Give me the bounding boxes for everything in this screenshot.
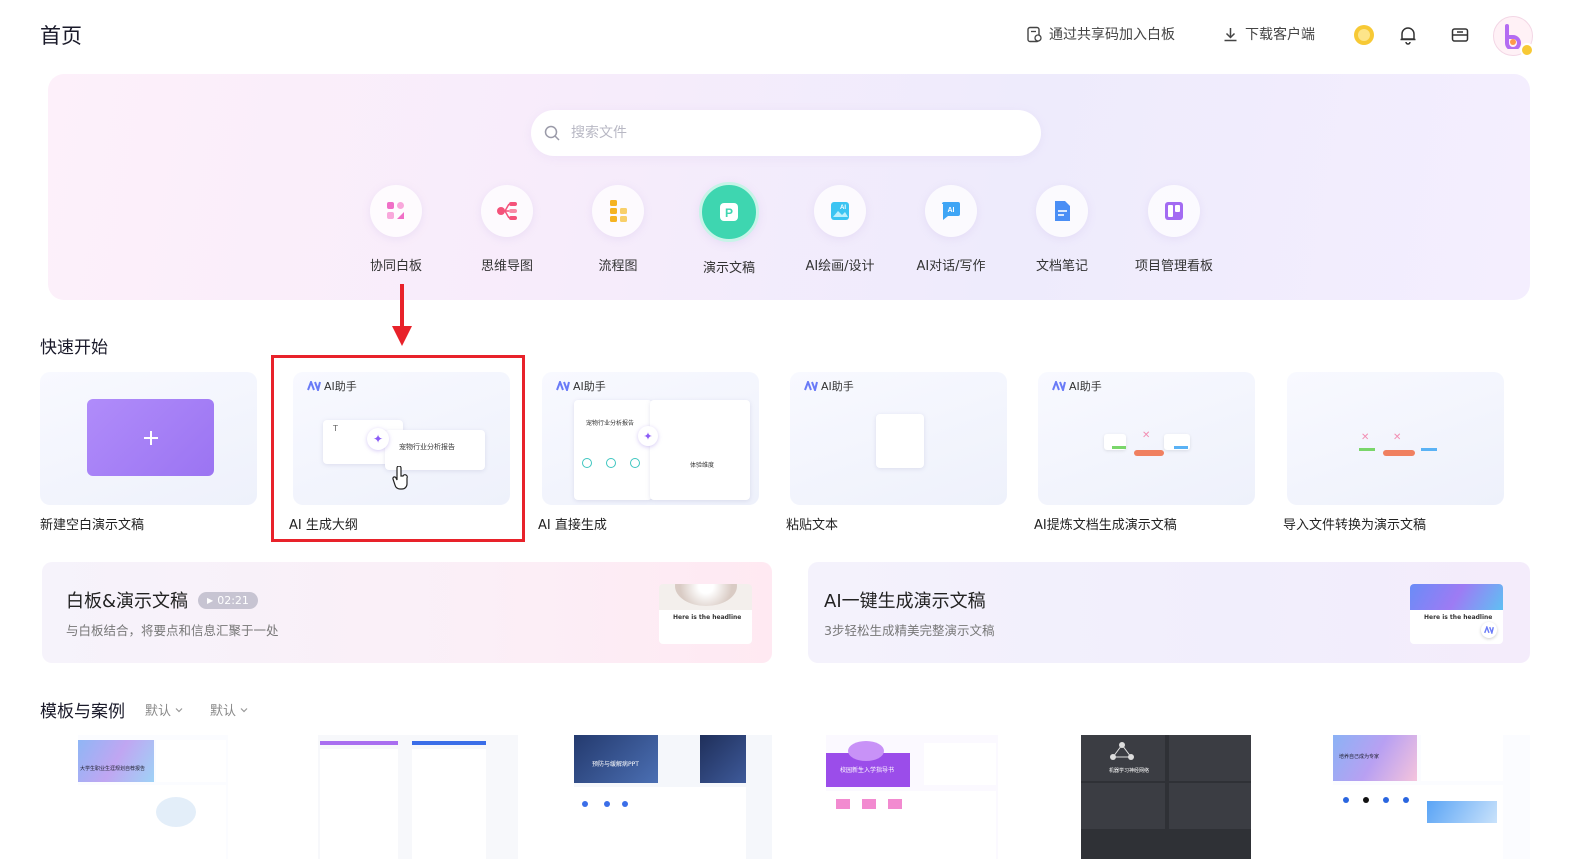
svg-text:P: P: [725, 206, 733, 220]
doc-icon: [1036, 185, 1088, 237]
category-presentation[interactable]: P 演示文稿: [674, 182, 784, 276]
category-ai-chat[interactable]: AI AI对话/写作: [896, 185, 1006, 274]
template-card[interactable]: 机器学习神经网络: [1081, 735, 1251, 859]
flowchart-icon: [592, 185, 644, 237]
ai-assistant-badge: AI助手: [804, 378, 854, 394]
import-convert-illustration: ✕ ✕: [1353, 430, 1449, 464]
svg-text:AI: AI: [948, 207, 955, 214]
sparkle-icon: ✦: [638, 426, 658, 446]
ai-logo-icon: [1481, 622, 1497, 638]
category-kanban[interactable]: 项目管理看板: [1119, 185, 1229, 274]
template-filter-1[interactable]: 默认: [145, 700, 184, 719]
template-card[interactable]: 培养自己成为专家: [1333, 735, 1530, 859]
presentation-icon: P: [699, 182, 759, 242]
kanban-icon: [1148, 185, 1200, 237]
category-label: AI对话/写作: [916, 259, 986, 274]
join-by-code-link[interactable]: 通过共享码加入白板: [1026, 24, 1175, 44]
search-box[interactable]: [531, 110, 1041, 156]
download-icon: [1224, 27, 1237, 41]
search-icon: [544, 125, 560, 141]
category-label: AI绘画/设计: [805, 259, 875, 274]
template-card[interactable]: 大学生职业生涯规划自荐报告: [78, 735, 228, 859]
ai-logo-icon: [556, 381, 570, 391]
ai-logo-icon: [1052, 381, 1066, 391]
bell-icon: [1400, 27, 1416, 45]
banner-thumbnail: Here is the headline: [659, 584, 752, 644]
category-whiteboard[interactable]: 协同白板: [341, 185, 451, 274]
highlight-box-annotation: [271, 355, 525, 542]
avatar[interactable]: [1493, 16, 1534, 57]
template-card[interactable]: [318, 735, 518, 859]
coin-button[interactable]: [1353, 24, 1375, 46]
ai-assistant-badge: AI助手: [556, 378, 606, 394]
import-file-card[interactable]: ✕ ✕: [1287, 372, 1504, 505]
category-doc-notes[interactable]: 文档笔记: [1007, 185, 1117, 274]
category-label: 文档笔记: [1035, 259, 1088, 274]
coin-icon: [1354, 25, 1374, 45]
ai-refine-doc-card[interactable]: AI助手 ✕: [1038, 372, 1255, 505]
quick-start-label: AI 直接生成: [538, 518, 607, 533]
direct-preview-right: 体验维度: [650, 400, 750, 500]
ai-direct-card[interactable]: AI助手 宠物行业分析报告 体验维度 ✦: [542, 372, 759, 505]
category-label: 演示文稿: [702, 261, 755, 276]
search-input[interactable]: [569, 124, 993, 142]
category-label: 思维导图: [480, 259, 533, 274]
category-label: 流程图: [598, 259, 638, 274]
download-client-label: 下载客户端: [1245, 27, 1315, 43]
mindmap-icon: [481, 185, 533, 237]
category-mindmap[interactable]: 思维导图: [452, 185, 562, 274]
ai-logo-icon: [804, 381, 818, 391]
ai-image-icon: AI: [814, 185, 866, 237]
paste-preview-doc: [876, 414, 924, 468]
ai-assistant-badge: AI助手: [1052, 378, 1102, 394]
category-label: 项目管理看板: [1134, 259, 1213, 274]
quick-start-title: 快速开始: [40, 338, 108, 358]
play-icon: ▶: [207, 595, 214, 605]
page-title: 首页: [40, 24, 82, 48]
category-ai-image[interactable]: AI AI绘画/设计: [785, 185, 895, 274]
join-by-code-label: 通过共享码加入白板: [1049, 27, 1175, 43]
paste-text-card[interactable]: AI助手: [790, 372, 1007, 505]
whiteboard-icon: [370, 185, 422, 237]
notification-button[interactable]: [1397, 24, 1419, 46]
banner-subtitle: 与白板结合，将要点和信息汇聚于一处: [66, 623, 279, 638]
new-blank-button[interactable]: [87, 399, 214, 476]
quick-start-label: 导入文件转换为演示文稿: [1283, 518, 1427, 533]
ai-chat-icon: AI: [925, 185, 977, 237]
banner-subtitle: 3步轻松生成精美完整演示文稿: [824, 623, 995, 638]
quick-start-label: 粘贴文本: [786, 518, 839, 533]
join-code-icon: [1027, 26, 1042, 42]
banner-title: 白板&演示文稿 ▶ 02:21: [66, 587, 258, 613]
chevron-down-icon: [175, 707, 183, 712]
template-filter-2[interactable]: 默认: [210, 700, 249, 719]
svg-text:AI: AI: [840, 205, 846, 211]
banner-whiteboard-presentation[interactable]: 白板&演示文稿 ▶ 02:21 与白板结合，将要点和信息汇聚于一处 Here i…: [42, 562, 772, 663]
video-duration-badge: ▶ 02:21: [198, 591, 258, 609]
quick-start-label: 新建空白演示文稿: [40, 518, 145, 533]
inbox-icon: [1451, 28, 1469, 42]
banner-title: AI一键生成演示文稿: [824, 591, 986, 612]
network-graphic: [1110, 742, 1134, 760]
quick-start-label: AI提炼文档生成演示文稿: [1034, 518, 1177, 533]
direct-preview-left: 宠物行业分析报告: [574, 400, 652, 500]
download-client-link[interactable]: 下载客户端: [1222, 24, 1315, 44]
avatar-status-badge: [1520, 43, 1534, 57]
template-card[interactable]: 校园新生入学指导书: [826, 735, 998, 859]
banner-thumbnail: Here is the headline: [1410, 584, 1503, 644]
red-arrow-annotation: [392, 284, 412, 346]
category-flowchart[interactable]: 流程图: [563, 185, 673, 274]
doc-convert-illustration: ✕: [1104, 424, 1200, 458]
chevron-down-icon: [240, 707, 248, 712]
banner-ai-generate[interactable]: AI一键生成演示文稿 3步轻松生成精美完整演示文稿 Here is the he…: [808, 562, 1530, 663]
plus-icon: [143, 430, 158, 445]
templates-title: 模板与案例: [40, 702, 125, 722]
template-card[interactable]: 预防与缓解病PPT: [574, 735, 772, 859]
inbox-button[interactable]: [1449, 24, 1471, 46]
category-label: 协同白板: [369, 259, 422, 274]
